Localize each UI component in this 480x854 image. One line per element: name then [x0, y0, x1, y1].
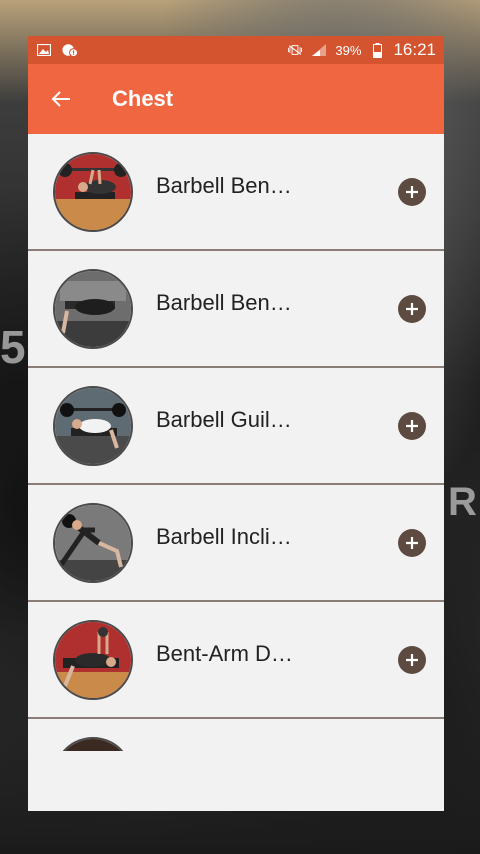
vibrate-off-icon — [287, 43, 303, 57]
exercise-thumbnail — [53, 151, 133, 232]
signal-icon — [311, 43, 327, 57]
exercise-thumbnail — [53, 619, 133, 700]
bottom-area — [28, 751, 444, 811]
list-item[interactable]: Barbell Ben… — [28, 251, 444, 368]
app-window: 39% 16:21 Chest Barbell Ben… Barbell Ben… — [28, 36, 444, 811]
exercise-name: Barbell Ben… — [156, 289, 292, 315]
list-item[interactable]: Bent-Arm D… — [28, 602, 444, 719]
exercise-name: Barbell Incli… — [156, 523, 292, 549]
list-item[interactable]: Barbell Guil… — [28, 368, 444, 485]
exercise-thumbnail — [53, 385, 133, 466]
plus-icon — [406, 419, 418, 432]
bg-decor-text: R — [448, 480, 477, 524]
arrow-left-icon — [51, 91, 70, 107]
image-notification-icon — [36, 43, 52, 57]
app-bar: Chest — [28, 64, 444, 134]
list-item[interactable]: Barbell Incli… — [28, 485, 444, 602]
add-button[interactable] — [398, 177, 426, 206]
add-button[interactable] — [398, 411, 426, 440]
exercise-name: Bent-Arm D… — [156, 640, 293, 666]
plus-icon — [406, 185, 418, 198]
page-title: Chest — [112, 86, 174, 111]
list-item[interactable]: Barbell Ben… — [28, 134, 444, 251]
clock: 16:21 — [393, 40, 436, 59]
status-bar: 39% 16:21 — [28, 36, 444, 64]
exercise-thumbnail — [53, 502, 133, 583]
exercise-list[interactable]: Barbell Ben… Barbell Ben… Barbell Guil… — [28, 134, 444, 811]
battery-percent: 39% — [335, 42, 362, 58]
bg-decor-text: 5 — [0, 321, 26, 373]
battery-icon — [369, 42, 385, 58]
exercise-name: Barbell Ben… — [156, 172, 292, 198]
alert-notification-icon — [62, 43, 78, 58]
plus-icon — [406, 653, 418, 666]
exercise-thumbnail — [53, 268, 133, 349]
exercise-name: Barbell Guil… — [156, 406, 292, 432]
add-button[interactable] — [398, 645, 426, 674]
back-button[interactable] — [48, 86, 74, 112]
plus-icon — [406, 536, 418, 549]
plus-icon — [406, 302, 418, 315]
add-button[interactable] — [398, 528, 426, 557]
add-button[interactable] — [398, 294, 426, 323]
